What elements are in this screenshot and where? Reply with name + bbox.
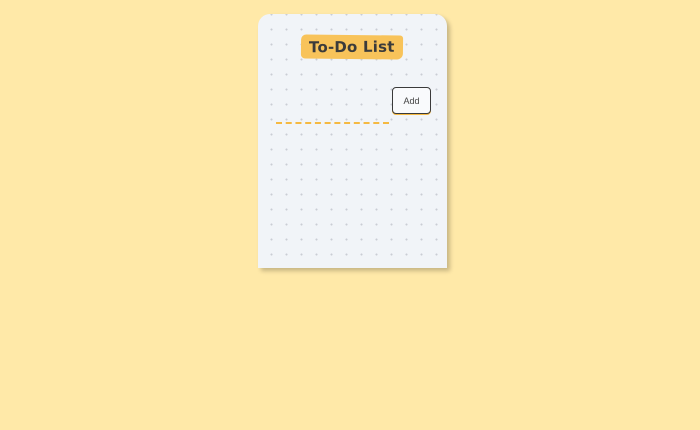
- add-task-button[interactable]: Add: [392, 87, 431, 114]
- title-tag: To-Do List: [300, 34, 404, 60]
- todo-card: To-Do List Add: [258, 14, 447, 268]
- page-background: To-Do List Add: [0, 0, 700, 430]
- task-input[interactable]: [276, 106, 389, 124]
- page-title: To-Do List: [309, 37, 395, 57]
